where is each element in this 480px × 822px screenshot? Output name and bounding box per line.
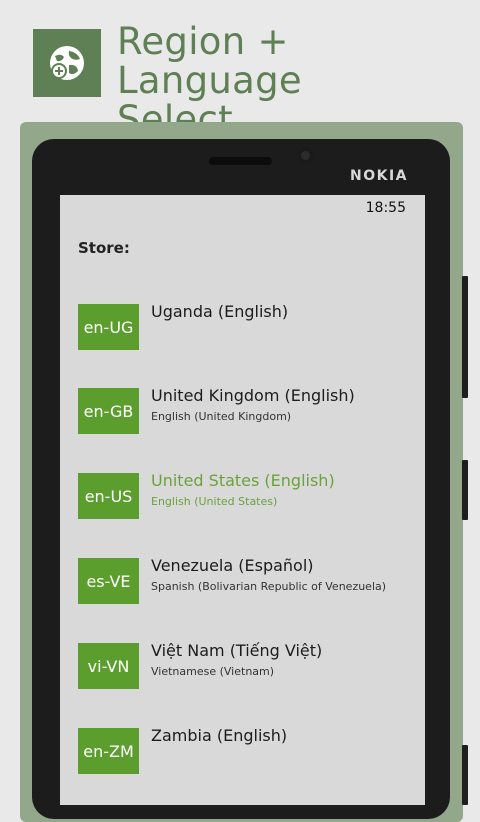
language-code-tile: en-UG	[78, 304, 139, 350]
region-name: United Kingdom (English)	[151, 386, 355, 405]
brand-logo: NOKIA	[350, 168, 409, 184]
title-line-1: Region + Language	[117, 20, 302, 102]
status-time: 18:55	[365, 200, 406, 216]
language-code-tile: es-VE	[78, 558, 139, 604]
app-icon	[33, 29, 101, 97]
language-name: English (United States)	[151, 495, 278, 508]
list-item[interactable]: en-GB United Kingdom (English) English (…	[78, 386, 418, 438]
front-camera	[297, 147, 314, 164]
language-name: Vietnamese (Vietnam)	[151, 665, 275, 678]
earpiece-speaker	[209, 157, 272, 165]
region-name: Zambia (English)	[151, 726, 288, 745]
list-item[interactable]: en-UG Uganda (English)	[78, 302, 418, 354]
language-code-tile: en-GB	[78, 388, 139, 434]
language-code-tile: en-ZM	[78, 728, 139, 774]
list-item[interactable]: vi-VN Việt Nam (Tiếng Việt) Vietnamese (…	[78, 641, 418, 693]
list-item[interactable]: es-VE Venezuela (Español) Spanish (Boliv…	[78, 556, 418, 608]
globe-add-icon	[50, 46, 84, 80]
power-button	[462, 460, 468, 520]
region-name: Uganda (English)	[151, 302, 289, 321]
section-label: Store:	[78, 239, 130, 257]
camera-button	[462, 745, 468, 805]
region-name: Venezuela (Español)	[151, 556, 314, 575]
region-name: Việt Nam (Tiếng Việt)	[151, 641, 323, 660]
list-item-selected[interactable]: en-US United States (English) English (U…	[78, 471, 418, 523]
region-name: United States (English)	[151, 471, 335, 490]
volume-button	[462, 276, 468, 398]
language-name: English (United Kingdom)	[151, 410, 292, 423]
language-name: Spanish (Bolivarian Republic of Venezuel…	[151, 580, 387, 593]
language-code-tile: vi-VN	[78, 643, 139, 689]
phone-screen: 18:55 Store: en-UG Uganda (English) en-G…	[60, 195, 425, 805]
language-code-tile: en-US	[78, 473, 139, 519]
list-item[interactable]: en-ZM Zambia (English)	[78, 726, 418, 778]
